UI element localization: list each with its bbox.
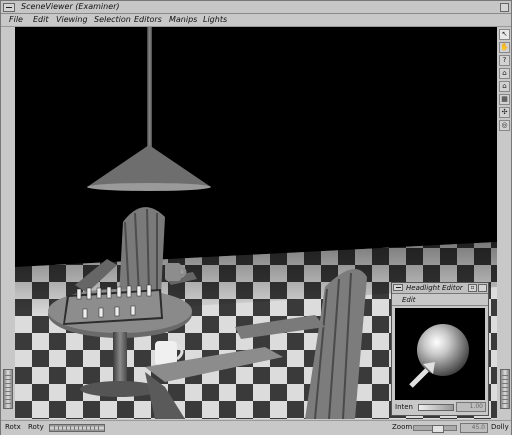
menu-file[interactable]: File (9, 15, 23, 24)
hanging-lamp (87, 27, 211, 191)
menu-viewing[interactable]: Viewing (56, 15, 88, 24)
roty-thumbwheel[interactable] (49, 424, 105, 432)
sceneviewer-window: SceneViewer (Examiner) File Edit Viewing… (0, 0, 512, 435)
window-menu-button[interactable] (3, 3, 15, 12)
intensity-label: Inten (395, 403, 413, 411)
light-sphere (409, 324, 469, 388)
home-icon[interactable]: ⌂ (499, 68, 510, 79)
headlight-editor-window: Headlight Editor ▫ Edit Inten 1.00 (391, 282, 489, 416)
headlight-minimize-button[interactable]: ▫ (468, 284, 477, 292)
set-home-icon[interactable]: ⌂ (499, 81, 510, 92)
headlight-window-menu-button[interactable] (393, 284, 403, 291)
rotx-thumbwheel[interactable] (3, 369, 13, 409)
view-all-icon[interactable]: ▦ (499, 94, 510, 105)
light-direction-preview[interactable] (395, 308, 485, 400)
camera-type-icon[interactable]: ◎ (499, 120, 510, 131)
window-minimize-button[interactable] (500, 3, 509, 12)
menu-selection[interactable]: Selection (94, 15, 131, 24)
intensity-slider[interactable] (418, 404, 454, 411)
rotx-label: Rotx (5, 423, 21, 431)
dolly-label: Dolly (491, 423, 509, 431)
headlight-editor-title: Headlight Editor (406, 284, 463, 292)
zoom-label: Zoom (392, 423, 413, 431)
menu-bar: File Edit Viewing Selection Editors Mani… (1, 14, 511, 27)
dolly-thumbwheel[interactable] (500, 369, 510, 409)
roty-label: Roty (28, 423, 44, 431)
seek-icon[interactable]: ✣ (499, 107, 510, 118)
window-title: SceneViewer (Examiner) (21, 2, 120, 11)
headlight-maximize-button[interactable] (478, 284, 487, 292)
menu-editors[interactable]: Editors (134, 15, 162, 24)
zoom-slider[interactable] (413, 425, 457, 433)
intensity-value-field[interactable]: 1.00 (456, 402, 486, 412)
title-bar[interactable]: SceneViewer (Examiner) (1, 1, 511, 14)
help-icon[interactable]: ? (499, 55, 510, 66)
menu-edit[interactable]: Edit (33, 15, 49, 24)
bottom-bar: Rotx Roty Zoom 45.0 Dolly (1, 420, 511, 435)
zoom-value-field[interactable]: 45.0 (460, 423, 488, 433)
pick-arrow-icon[interactable]: ↖ (499, 29, 510, 40)
menu-manips[interactable]: Manips (169, 15, 197, 24)
viewer-toolbar: ↖ ✋ ? ⌂ ⌂ ▦ ✣ ◎ (498, 27, 511, 137)
view-hand-icon[interactable]: ✋ (499, 42, 510, 53)
headlight-menu-bar: Edit (392, 295, 488, 306)
headlight-editor-title-bar[interactable]: Headlight Editor ▫ (392, 283, 488, 294)
headlight-menu-edit[interactable]: Edit (402, 296, 416, 304)
menu-lights[interactable]: Lights (203, 15, 227, 24)
